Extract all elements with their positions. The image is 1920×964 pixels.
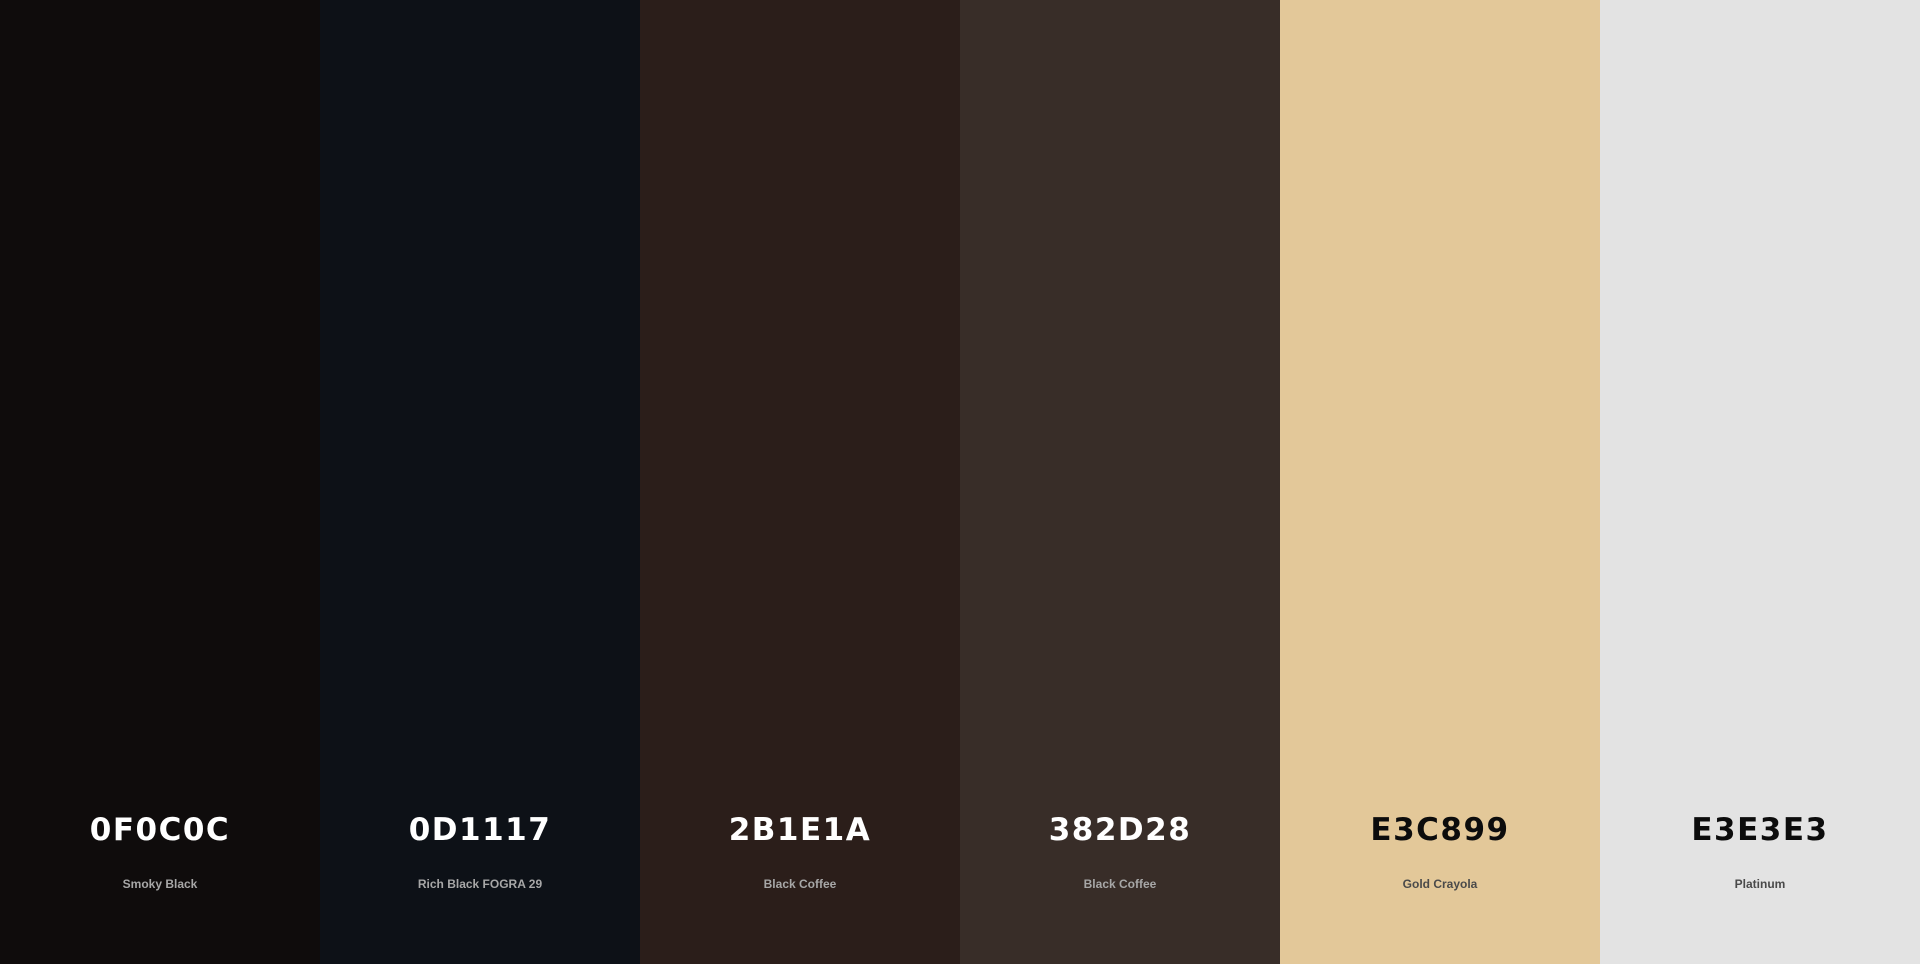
hex-code[interactable]: 0F0C0C: [0, 810, 320, 850]
hex-code[interactable]: 382D28: [960, 810, 1280, 850]
hex-code[interactable]: 0D1117: [320, 810, 640, 850]
color-name: Rich Black FOGRA 29: [417, 877, 543, 891]
swatch-info: E3C899 Gold Crayola: [1280, 810, 1600, 892]
color-name: Black Coffee: [1083, 877, 1157, 891]
swatch-info: 2B1E1A Black Coffee: [640, 810, 960, 892]
color-swatch-5[interactable]: E3C899 Gold Crayola: [1280, 0, 1600, 964]
swatch-info: 0F0C0C Smoky Black: [0, 810, 320, 892]
color-swatch-2[interactable]: 0D1117 Rich Black FOGRA 29: [320, 0, 640, 964]
color-swatch-6[interactable]: E3E3E3 Platinum: [1600, 0, 1920, 964]
swatch-info: E3E3E3 Platinum: [1600, 810, 1920, 892]
color-palette: 0F0C0C Smoky Black 0D1117 Rich Black FOG…: [0, 0, 1920, 964]
color-name: Gold Crayola: [1402, 877, 1478, 891]
color-name: Platinum: [1734, 877, 1786, 891]
color-name: Smoky Black: [122, 877, 198, 891]
color-swatch-1[interactable]: 0F0C0C Smoky Black: [0, 0, 320, 964]
color-name: Black Coffee: [763, 877, 837, 891]
swatch-info: 382D28 Black Coffee: [960, 810, 1280, 892]
hex-code[interactable]: 2B1E1A: [640, 810, 960, 850]
color-swatch-4[interactable]: 382D28 Black Coffee: [960, 0, 1280, 964]
swatch-info: 0D1117 Rich Black FOGRA 29: [320, 810, 640, 892]
hex-code[interactable]: E3E3E3: [1600, 810, 1920, 850]
hex-code[interactable]: E3C899: [1280, 810, 1600, 850]
color-swatch-3[interactable]: 2B1E1A Black Coffee: [640, 0, 960, 964]
